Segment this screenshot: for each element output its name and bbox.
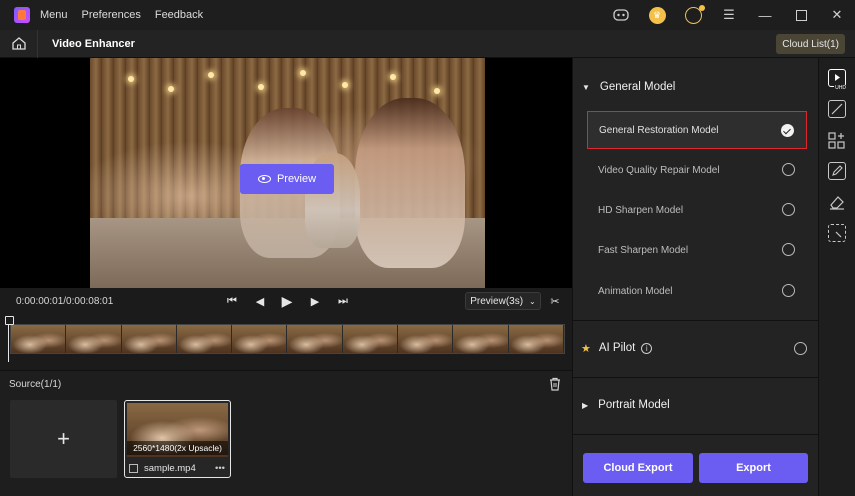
timeline[interactable] bbox=[0, 314, 572, 366]
cloud-list-button[interactable]: Cloud List(1) bbox=[776, 34, 845, 54]
info-icon[interactable]: i bbox=[641, 342, 653, 354]
preview-button-label: Preview bbox=[276, 173, 317, 185]
maximize-icon[interactable] bbox=[783, 0, 819, 30]
minimize-icon[interactable]: — bbox=[747, 0, 783, 30]
timeline-thumbnail bbox=[121, 325, 177, 353]
timeline-thumbnail bbox=[66, 325, 122, 353]
model-option-label: Fast Sharpen Model bbox=[598, 244, 689, 256]
discord-icon[interactable] bbox=[603, 0, 639, 30]
model-option-video-quality-repair[interactable]: Video Quality Repair Model bbox=[587, 151, 807, 189]
skip-end-icon[interactable]: ⏭ bbox=[335, 288, 351, 314]
model-option-label: HD Sharpen Model bbox=[598, 204, 684, 216]
export-button[interactable]: Export bbox=[699, 453, 808, 483]
timeline-thumbnail bbox=[11, 325, 67, 353]
ai-pilot-row[interactable]: ★ AI Pilot i bbox=[573, 330, 819, 366]
crown-button[interactable]: ♛ bbox=[639, 0, 675, 30]
preview-duration-label: Preview(3s) bbox=[470, 295, 524, 307]
top-toolbar: Video Enhancer Cloud List(1) bbox=[0, 29, 855, 58]
title-bar: Menu Preferences Feedback ♛ ☰ — ✕ bbox=[0, 0, 855, 30]
uhd-badge: UHD bbox=[834, 85, 847, 91]
edit-tool-icon[interactable] bbox=[828, 162, 846, 180]
portrait-model-header[interactable]: ▶ Portrait Model bbox=[573, 387, 819, 423]
timeline-thumbnail bbox=[342, 325, 399, 353]
playhead[interactable] bbox=[5, 316, 14, 362]
radio-icon[interactable] bbox=[782, 203, 795, 216]
play-icon[interactable]: ▶ bbox=[279, 288, 295, 314]
chevron-down-icon: ⌄ bbox=[529, 296, 536, 306]
model-panel: ▼ General Model General Restoration Mode… bbox=[572, 58, 819, 496]
feedback-menu[interactable]: Feedback bbox=[155, 9, 203, 21]
account-button[interactable] bbox=[675, 0, 711, 30]
cloud-export-button[interactable]: Cloud Export bbox=[583, 453, 693, 483]
model-option-fast-sharpen[interactable]: Fast Sharpen Model bbox=[587, 231, 807, 269]
video-enhancer-tool-icon[interactable]: UHD bbox=[828, 69, 847, 91]
model-option-label: Video Quality Repair Model bbox=[598, 164, 720, 176]
app-logo-icon bbox=[14, 7, 30, 23]
crown-icon: ♛ bbox=[648, 6, 666, 24]
timeline-strip[interactable] bbox=[10, 324, 565, 354]
preferences-menu[interactable]: Preferences bbox=[82, 9, 141, 21]
curve-tool-icon[interactable] bbox=[828, 100, 846, 118]
radio-checked-icon[interactable] bbox=[781, 124, 794, 137]
source-label: Source(1/1) bbox=[9, 379, 62, 390]
list-menu-icon[interactable]: ☰ bbox=[711, 0, 747, 30]
scissors-icon[interactable]: ✂ bbox=[548, 288, 562, 314]
model-option-animation[interactable]: Animation Model bbox=[587, 272, 807, 310]
radio-icon[interactable] bbox=[782, 163, 795, 176]
timeline-thumbnail bbox=[508, 325, 564, 353]
video-preview-area: Preview bbox=[0, 58, 572, 288]
menu-button[interactable]: Menu bbox=[40, 9, 68, 21]
grid-tool-icon[interactable] bbox=[828, 132, 846, 150]
home-button[interactable] bbox=[0, 29, 38, 58]
preview-duration-select[interactable]: Preview(3s) ⌄ bbox=[465, 292, 541, 310]
clip-filename: sample.mp4 bbox=[144, 462, 196, 474]
timeline-thumbnail bbox=[232, 325, 288, 353]
page-title: Video Enhancer bbox=[52, 37, 135, 50]
user-icon bbox=[684, 4, 705, 24]
general-model-label: General Model bbox=[599, 81, 676, 93]
general-model-header[interactable]: ▼ General Model bbox=[573, 69, 819, 105]
eraser-tool-icon[interactable] bbox=[828, 193, 846, 211]
skip-start-icon[interactable]: ⏮ bbox=[224, 288, 240, 314]
timeline-thumbnail bbox=[176, 325, 233, 353]
clip-info: sample.mp4 ••• bbox=[129, 461, 229, 475]
model-option-hd-sharpen[interactable]: HD Sharpen Model bbox=[587, 191, 807, 229]
source-panel: Source(1/1) + 2560*1480(2x Upsacle) samp… bbox=[0, 370, 572, 496]
portrait-model-label: Portrait Model bbox=[598, 399, 670, 411]
more-options-icon[interactable]: ••• bbox=[215, 463, 225, 474]
star-icon: ★ bbox=[581, 342, 591, 355]
select-tool-icon[interactable] bbox=[828, 224, 846, 242]
add-video-button[interactable]: + bbox=[10, 400, 117, 478]
film-icon bbox=[129, 463, 138, 473]
home-icon bbox=[11, 37, 26, 50]
model-option-label: Animation Model bbox=[598, 285, 673, 297]
divider bbox=[573, 434, 819, 435]
model-option-label: General Restoration Model bbox=[599, 124, 719, 136]
close-icon[interactable]: ✕ bbox=[819, 0, 855, 30]
preview-button[interactable]: Preview bbox=[240, 164, 334, 194]
timecode: 0:00:00:01/0:00:08:01 bbox=[16, 295, 114, 307]
ai-pilot-label: AI Pilot bbox=[598, 342, 636, 354]
eye-icon bbox=[257, 175, 271, 183]
divider bbox=[573, 320, 819, 321]
source-clip[interactable]: 2560*1480(2x Upsacle) sample.mp4 ••• bbox=[124, 400, 231, 478]
divider bbox=[573, 377, 819, 378]
radio-icon[interactable] bbox=[794, 342, 807, 355]
previous-frame-icon[interactable]: ◀ bbox=[253, 288, 267, 314]
expand-arrow-icon: ▶ bbox=[582, 400, 589, 410]
model-option-general-restoration[interactable]: General Restoration Model bbox=[587, 111, 807, 149]
expand-arrow-icon: ▼ bbox=[582, 82, 590, 92]
trash-icon[interactable] bbox=[548, 377, 562, 391]
next-frame-icon[interactable]: ▶ bbox=[308, 288, 322, 314]
tool-rail: UHD bbox=[818, 58, 855, 496]
timeline-thumbnail bbox=[398, 325, 454, 353]
playback-controls: 0:00:00:01/0:00:08:01 ⏮ ◀ ▶ ▶ ⏭ Preview(… bbox=[0, 288, 572, 314]
radio-icon[interactable] bbox=[782, 243, 795, 256]
timeline-thumbnail bbox=[287, 325, 343, 353]
clip-resolution: 2560*1480(2x Upsacle) bbox=[127, 441, 228, 455]
radio-icon[interactable] bbox=[782, 284, 795, 297]
timeline-thumbnail bbox=[453, 325, 509, 353]
